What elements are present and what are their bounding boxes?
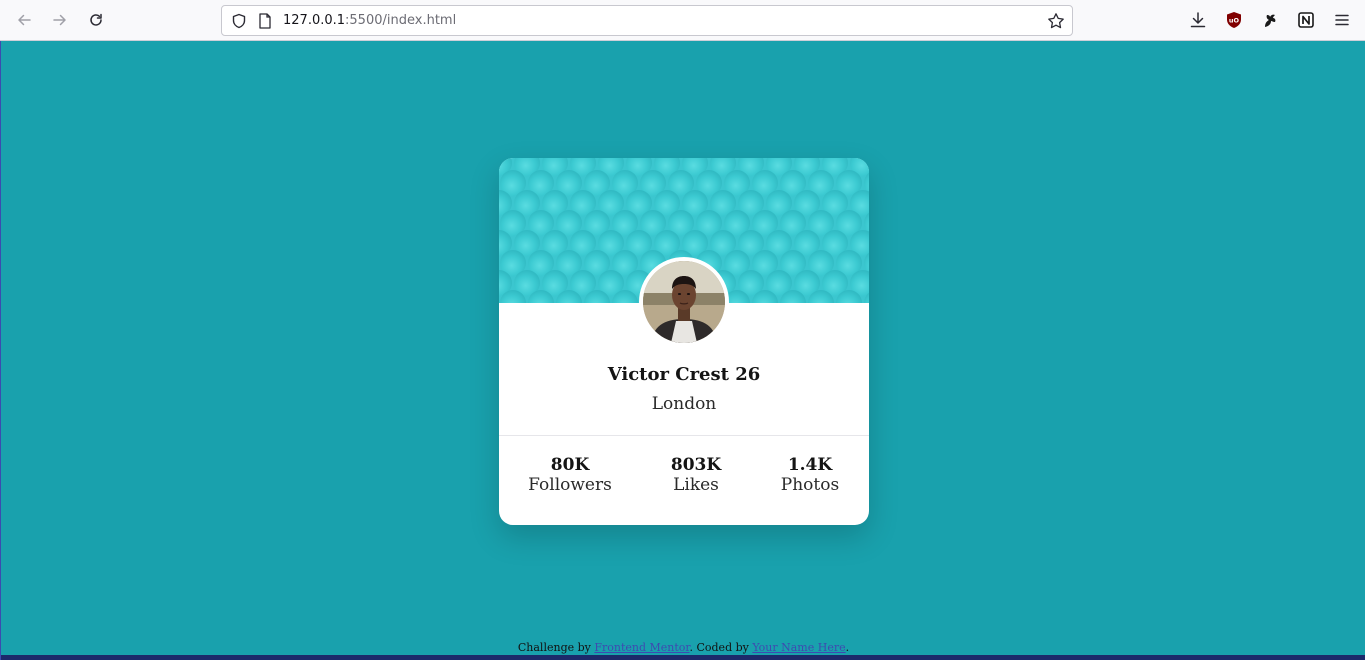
download-icon [1190,12,1206,28]
profile-name: Victor Crest 26 [607,364,761,385]
page-viewport: Victor Crest 26 London 80K Followers 803… [0,41,1365,660]
app-menu-button[interactable] [1332,10,1352,30]
profile-location: London [651,394,717,414]
back-button[interactable] [10,6,38,34]
extension-icon [1265,14,1276,27]
author-link[interactable]: Your Name Here [752,641,845,654]
stat-photos: 1.4K Photos [775,455,845,496]
ublock-icon: uO [1227,12,1241,28]
stat-value: 803K [670,455,722,475]
stat-followers: 80K Followers [527,455,613,496]
gnome-extension-button[interactable] [1260,10,1280,30]
stat-value: 80K [550,455,590,475]
stat-label: Followers [528,475,612,495]
back-icon [18,14,31,26]
url-text[interactable]: 127.0.0.1:5500/index.html [283,13,456,28]
reload-button[interactable] [82,6,110,34]
stat-likes: 803K Likes [661,455,731,496]
url-path: :5500/index.html [345,13,457,28]
notion-button[interactable] [1296,10,1316,30]
reload-icon [90,13,102,26]
stat-value: 1.4K [787,455,833,475]
bottom-edge [1,655,1365,660]
forward-button[interactable] [46,6,74,34]
frontend-mentor-link[interactable]: Frontend Mentor [594,641,689,654]
notion-icon [1298,12,1314,28]
avatar-image [643,261,725,343]
profile-card: Victor Crest 26 London 80K Followers 803… [499,158,869,525]
downloads-button[interactable] [1188,10,1208,30]
attribution-suffix: . [845,641,850,654]
attribution: Challenge by Frontend Mentor. Coded by Y… [1,641,1365,654]
browser-toolbar: 127.0.0.1:5500/index.html uO [0,0,1365,41]
url-host: 127.0.0.1 [283,13,346,28]
page-icon [259,13,271,29]
attribution-middle: . Coded by [689,641,753,654]
stats-divider [499,435,869,436]
forward-icon [53,14,66,26]
attribution-prefix: Challenge by [517,641,595,654]
svg-text:uO: uO [1229,17,1240,25]
shield-icon[interactable] [231,13,247,29]
url-bar[interactable]: 127.0.0.1:5500/index.html [221,5,1073,36]
ublock-button[interactable]: uO [1224,10,1244,30]
avatar [639,257,729,347]
menu-icon [1335,14,1349,26]
bookmark-star-icon[interactable] [1047,12,1065,30]
stat-label: Likes [673,475,719,495]
stat-label: Photos [780,475,840,495]
